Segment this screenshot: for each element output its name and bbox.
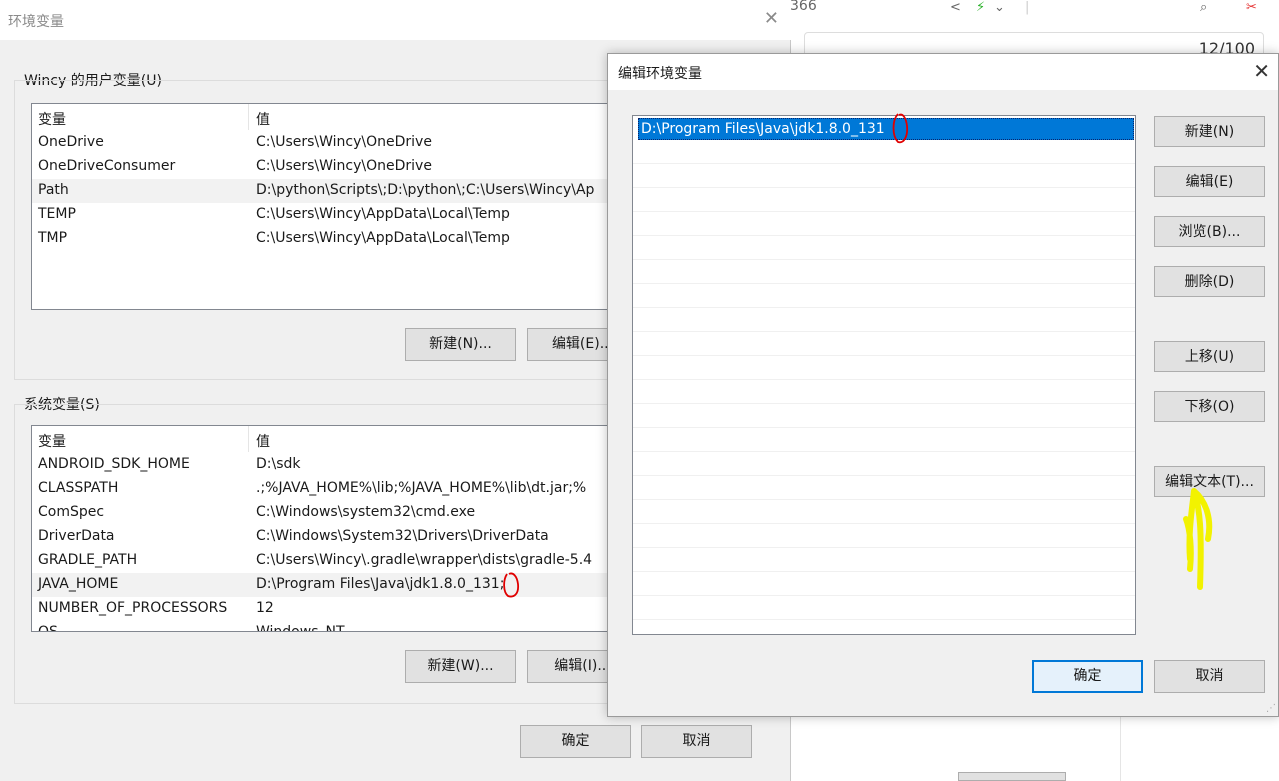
- close-icon[interactable]: ✕: [1253, 59, 1270, 83]
- column-header-variable[interactable]: 变量: [38, 431, 66, 451]
- list-item-empty[interactable]: [633, 380, 1135, 404]
- list-item-empty[interactable]: [633, 236, 1135, 260]
- variable-value: D:\python\Scripts\;D:\python\;C:\Users\W…: [256, 182, 595, 198]
- variable-name: GRADLE_PATH: [38, 552, 138, 568]
- variable-name: ANDROID_SDK_HOME: [38, 456, 190, 472]
- lightning-icon[interactable]: ⚡: [976, 0, 985, 15]
- list-item-empty[interactable]: [633, 476, 1135, 500]
- red-circle-annotation: [892, 113, 909, 144]
- cancel-button[interactable]: 取消: [641, 725, 752, 758]
- list-item-empty[interactable]: [633, 212, 1135, 236]
- browser-title-fragment: 366: [790, 0, 817, 14]
- variable-name: OneDriveConsumer: [38, 158, 176, 174]
- list-item-empty[interactable]: [633, 188, 1135, 212]
- column-divider[interactable]: [248, 104, 249, 130]
- path-entry-text: D:\Program Files\Java\jdk1.8.0_131: [641, 121, 885, 137]
- variable-value: D:\Program Files\Java\jdk1.8.0_131;: [256, 576, 505, 592]
- list-item-empty[interactable]: [633, 452, 1135, 476]
- close-icon[interactable]: ✕: [764, 8, 779, 29]
- yellow-arrow-annotation: [1183, 488, 1213, 590]
- new-button[interactable]: 新建(N): [1154, 116, 1265, 147]
- list-item-empty[interactable]: [633, 524, 1135, 548]
- variable-name: JAVA_HOME: [38, 576, 119, 592]
- list-item-empty[interactable]: [633, 164, 1135, 188]
- variable-value: Windows_NT: [256, 624, 345, 632]
- list-item-selected[interactable]: D:\Program Files\Java\jdk1.8.0_131: [638, 118, 1134, 140]
- move-up-button[interactable]: 上移(U): [1154, 341, 1265, 372]
- dialog-title: 环境变量: [8, 14, 64, 30]
- variable-name: OS: [38, 624, 58, 632]
- browse-button[interactable]: 浏览(B)...: [1154, 216, 1265, 247]
- list-item-empty[interactable]: [633, 140, 1135, 164]
- variable-value: 12: [256, 600, 274, 616]
- variable-value: C:\Users\Wincy\OneDrive: [256, 134, 432, 150]
- list-item-empty[interactable]: [633, 356, 1135, 380]
- divider-icon: |: [1025, 0, 1030, 15]
- list-item-empty[interactable]: [633, 500, 1135, 524]
- variable-name: DriverData: [38, 528, 115, 544]
- list-item-empty[interactable]: [633, 404, 1135, 428]
- list-item-empty[interactable]: [633, 284, 1135, 308]
- list-item-empty[interactable]: [633, 308, 1135, 332]
- title-bar: 环境变量 ✕: [0, 0, 791, 40]
- variable-value: C:\Users\Wincy\AppData\Local\Temp: [256, 206, 510, 222]
- path-entries-list[interactable]: D:\Program Files\Java\jdk1.8.0_131: [632, 115, 1136, 635]
- user-new-button[interactable]: 新建(N)...: [405, 328, 516, 361]
- edit-environment-variable-dialog: 编辑环境变量 ✕ D:\Program Files\Java\jdk1.8.0_…: [607, 53, 1279, 717]
- scissors-icon[interactable]: ✂: [1246, 0, 1257, 15]
- list-item-empty[interactable]: [633, 260, 1135, 284]
- column-header-variable[interactable]: 变量: [38, 109, 66, 129]
- variable-name: CLASSPATH: [38, 480, 119, 496]
- move-down-button[interactable]: 下移(O): [1154, 391, 1265, 422]
- list-item-empty[interactable]: [633, 548, 1135, 572]
- red-circle-annotation: [503, 572, 520, 598]
- column-header-value[interactable]: 值: [256, 109, 270, 129]
- title-bar: 编辑环境变量 ✕: [608, 54, 1278, 90]
- system-new-button[interactable]: 新建(W)...: [405, 650, 516, 683]
- list-item-empty[interactable]: [633, 428, 1135, 452]
- column-header-value[interactable]: 值: [256, 431, 270, 451]
- cancel-button[interactable]: 取消: [1154, 660, 1265, 693]
- ok-button[interactable]: 确定: [1032, 660, 1143, 693]
- list-item-empty[interactable]: [633, 332, 1135, 356]
- share-icon[interactable]: <: [950, 0, 961, 15]
- column-divider[interactable]: [248, 426, 249, 452]
- list-item-empty[interactable]: [633, 572, 1135, 596]
- variable-name: NUMBER_OF_PROCESSORS: [38, 600, 228, 616]
- variable-name: OneDrive: [38, 134, 104, 150]
- delete-button[interactable]: 删除(D): [1154, 266, 1265, 297]
- chevron-down-icon[interactable]: ⌄: [994, 0, 1005, 15]
- resize-grip-icon[interactable]: ⋰: [1266, 703, 1276, 714]
- variable-value: C:\Users\Wincy\OneDrive: [256, 158, 432, 174]
- variable-value: C:\Users\Wincy\.gradle\wrapper\dists\gra…: [256, 552, 593, 568]
- variable-value: C:\Windows\System32\Drivers\DriverData: [256, 528, 549, 544]
- browser-top-bar: 366 < ⚡ ⌄ | ⌕ ✂: [790, 0, 1279, 20]
- variable-name: ComSpec: [38, 504, 105, 520]
- variable-name: TEMP: [38, 206, 76, 222]
- edit-button[interactable]: 编辑(E): [1154, 166, 1265, 197]
- dialog-title: 编辑环境变量: [618, 66, 702, 82]
- variable-value: .;%JAVA_HOME%\lib;%JAVA_HOME%\lib\dt.jar…: [256, 480, 587, 496]
- ok-button[interactable]: 确定: [520, 725, 631, 758]
- search-icon[interactable]: ⌕: [1200, 0, 1207, 15]
- background-button[interactable]: [958, 772, 1066, 781]
- variable-value: C:\Windows\system32\cmd.exe: [256, 504, 476, 520]
- variable-value: C:\Users\Wincy\AppData\Local\Temp: [256, 230, 510, 246]
- variable-name: Path: [38, 182, 69, 198]
- list-item-empty[interactable]: [633, 596, 1135, 620]
- variable-name: TMP: [38, 230, 68, 246]
- variable-value: D:\sdk: [256, 456, 301, 472]
